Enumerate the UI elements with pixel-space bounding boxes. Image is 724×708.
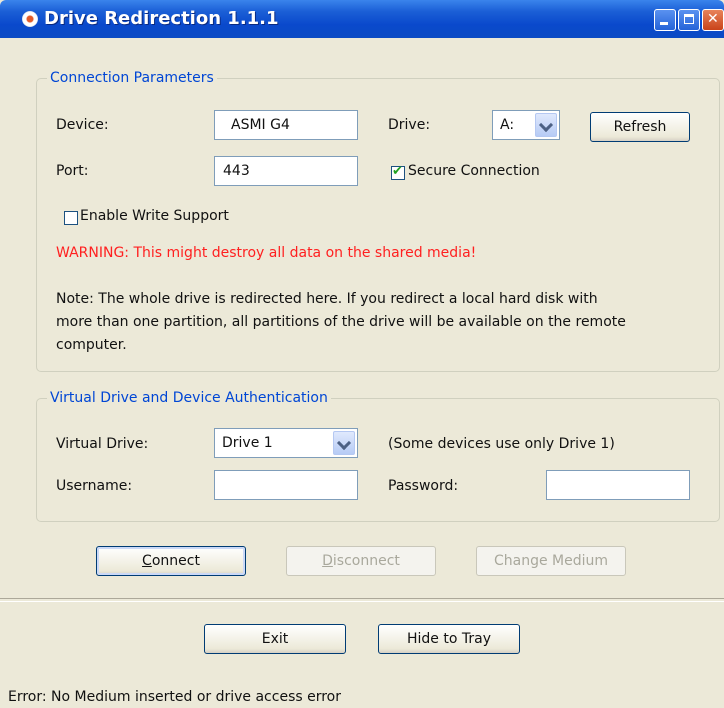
device-label: Device:	[56, 117, 109, 133]
warning-text: WARNING: This might destroy all data on …	[56, 245, 477, 261]
note-line-1: Note: The whole drive is redirected here…	[56, 291, 598, 307]
disconnect-button[interactable]: Disconnect	[286, 546, 436, 576]
virtual-drive-legend: Virtual Drive and Device Authentication	[50, 390, 328, 406]
chevron-down-icon[interactable]	[333, 431, 355, 455]
connection-parameters-legend: Connection Parameters	[50, 70, 214, 86]
drive-redirection-window: Drive Redirection 1.1.1 Connection Param…	[0, 0, 724, 708]
drive-select[interactable]: A:	[492, 110, 560, 140]
title-bar[interactable]: Drive Redirection 1.1.1	[0, 0, 724, 38]
status-text: Error: No Medium inserted or drive acces…	[8, 689, 341, 705]
disconnect-accelerator: D	[322, 553, 333, 569]
password-field[interactable]	[546, 470, 690, 500]
minimize-icon[interactable]	[654, 9, 676, 31]
hide-to-tray-button[interactable]: Hide to Tray	[378, 624, 520, 654]
password-label: Password:	[388, 478, 459, 494]
virtual-drive-hint: (Some devices use only Drive 1)	[388, 436, 615, 452]
secure-connection-checkbox[interactable]	[391, 164, 405, 180]
app-icon	[22, 11, 38, 27]
refresh-button[interactable]: Refresh	[590, 112, 690, 142]
virtual-drive-group: Virtual Drive and Device Authentication	[36, 390, 720, 522]
status-bar: Error: No Medium inserted or drive acces…	[0, 684, 724, 708]
note-line-2: more than one partition, all partitions …	[56, 314, 626, 330]
username-label: Username:	[56, 478, 133, 494]
connect-accelerator: C	[142, 553, 152, 569]
virtual-drive-label: Virtual Drive:	[56, 436, 149, 452]
disconnect-label: isconnect	[332, 553, 400, 569]
close-icon[interactable]	[702, 9, 724, 31]
maximize-icon[interactable]	[678, 9, 700, 31]
username-field[interactable]	[214, 470, 358, 500]
separator	[0, 598, 724, 602]
change-medium-button[interactable]: Change Medium	[476, 546, 626, 576]
note-line-3: computer.	[56, 337, 127, 353]
port-field[interactable]: 443	[214, 156, 358, 186]
chevron-down-icon[interactable]	[535, 113, 557, 137]
connect-label: onnect	[151, 553, 200, 569]
drive-select-value: A:	[500, 117, 515, 133]
port-label: Port:	[56, 163, 89, 179]
secure-connection-label[interactable]: Secure Connection	[408, 163, 540, 179]
exit-button[interactable]: Exit	[204, 624, 346, 654]
virtual-drive-select[interactable]: Drive 1	[214, 428, 358, 458]
window-title: Drive Redirection 1.1.1	[44, 8, 279, 29]
enable-write-label[interactable]: Enable Write Support	[80, 208, 229, 224]
drive-label: Drive:	[388, 117, 431, 133]
enable-write-checkbox[interactable]	[64, 211, 78, 225]
connect-button[interactable]: Connect	[96, 546, 246, 576]
virtual-drive-select-value: Drive 1	[222, 435, 273, 451]
device-field[interactable]: ASMI G4	[214, 110, 358, 140]
